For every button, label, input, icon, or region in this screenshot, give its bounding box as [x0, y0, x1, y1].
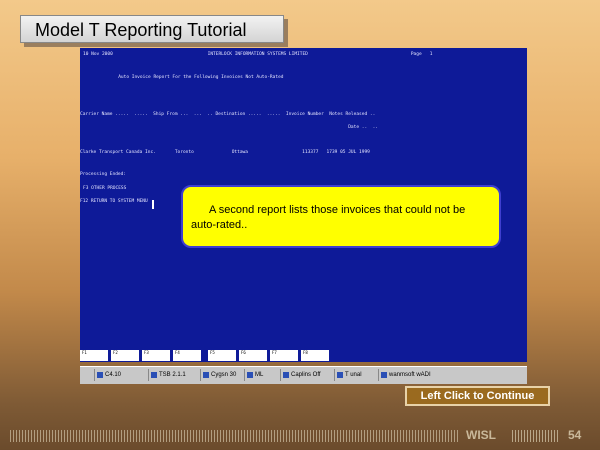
taskbar-item-label: ML	[255, 372, 264, 378]
slide-title: Model T Reporting Tutorial	[20, 15, 284, 43]
function-key-row: F1 F2 F3 F4 F5 F6 F7 F8	[80, 350, 527, 362]
taskbar-item-label: TSB 2.1.1	[159, 372, 186, 378]
callout-text: A second report lists those invoices tha…	[191, 204, 466, 231]
footer-decoration-right	[512, 430, 560, 442]
tutorial-callout: A second report lists those invoices tha…	[181, 185, 501, 248]
taskbar-item-label: wanmsoft wADI	[389, 372, 431, 378]
fkey-8[interactable]: F8	[301, 350, 329, 361]
taskbar-item-label: Cygsn 30	[211, 372, 237, 378]
fkey-6[interactable]: F6	[239, 350, 267, 361]
app-icon	[247, 372, 253, 378]
taskbar-item-label: Caplins Off	[291, 372, 321, 378]
fkey-2[interactable]: F2	[111, 350, 139, 361]
fkey-4[interactable]: F4	[173, 350, 201, 361]
footer-brand: WISL	[466, 428, 496, 442]
terminal-status-line: Processing Ended:	[80, 172, 127, 177]
app-icon	[203, 372, 209, 378]
terminal-option-f12[interactable]: F12 RETURN TO SYSTEM MENU	[80, 199, 148, 204]
fkey-5[interactable]: F5	[208, 350, 236, 361]
taskbar-item-label: C4.10	[105, 372, 122, 378]
taskbar-item-wanmsoft[interactable]: wanmsoft wADI	[378, 369, 469, 381]
footer-decoration	[10, 430, 460, 442]
continue-button[interactable]: Left Click to Continue	[405, 386, 550, 406]
taskbar-item-label: T unal	[345, 372, 362, 378]
terminal-report-title: Auto Invoice Report For the Following In…	[83, 75, 284, 80]
terminal-option-f3[interactable]: F3 OTHER PROCESS	[83, 186, 126, 191]
terminal-data-row: Clarke Transport Canada Inc. Toronto Ott…	[80, 150, 370, 155]
app-icon	[337, 372, 343, 378]
terminal-header-line: 10 Nov 2000 INTERLOCK INFORMATION SYSTEM…	[83, 52, 433, 57]
page-number: 54	[568, 428, 582, 442]
app-icon	[283, 372, 289, 378]
app-icon	[97, 372, 103, 378]
fkey-7[interactable]: F7	[270, 350, 298, 361]
terminal-column-headers: Carrier Name ..... ..... Ship From ... .…	[80, 112, 376, 117]
app-icon	[151, 372, 157, 378]
terminal-column-headers-2: Date .. ..	[80, 125, 379, 130]
fkey-1[interactable]: F1	[80, 350, 108, 361]
fkey-3[interactable]: F3	[142, 350, 170, 361]
terminal-cursor	[152, 200, 154, 209]
windows-taskbar: C4.10 TSB 2.1.1 Cygsn 30 ML Caplins Off …	[80, 366, 527, 384]
app-icon	[381, 372, 387, 378]
